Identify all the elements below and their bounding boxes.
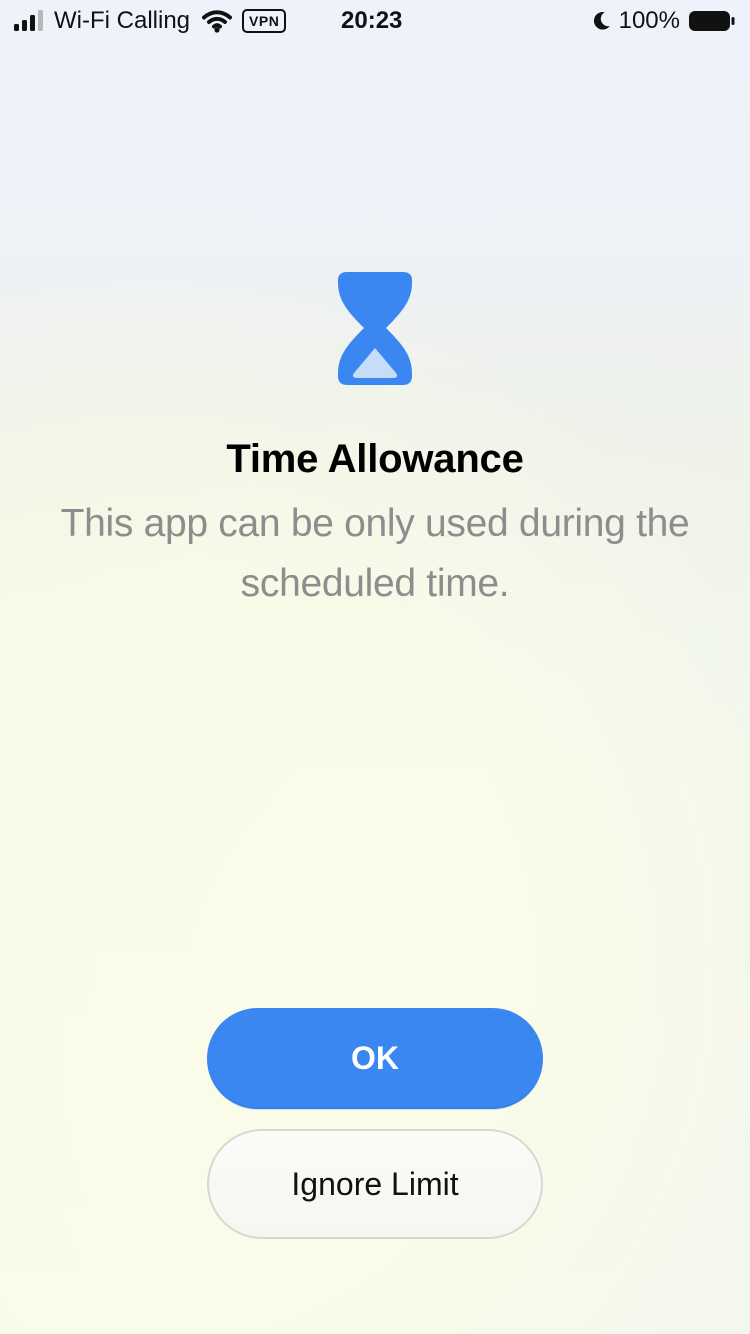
status-bar: Wi-Fi Calling VPN 20:23 100% — [0, 0, 750, 42]
battery-percent: 100% — [618, 7, 680, 34]
wifi-icon — [202, 10, 233, 33]
status-left: Wi-Fi Calling VPN — [14, 7, 287, 35]
vpn-badge: VPN — [242, 9, 287, 33]
ok-button[interactable]: OK — [207, 1008, 543, 1109]
signal-icon — [14, 10, 43, 31]
ignore-limit-button[interactable]: Ignore Limit — [207, 1129, 543, 1239]
time-allowance-content: Time Allowance This app can be only used… — [0, 270, 750, 614]
moon-icon — [593, 11, 610, 30]
description-text: This app can be only used during the sch… — [60, 502, 690, 605]
status-time: 20:23 — [341, 7, 403, 34]
battery-icon — [689, 11, 735, 31]
carrier-label: Wi-Fi Calling — [54, 7, 191, 34]
hourglass-icon — [338, 272, 412, 385]
screen-time-limit-screen: Wi-Fi Calling VPN 20:23 100% Time Allowa… — [0, 0, 750, 1334]
status-right: 100% — [591, 7, 736, 35]
page-title: Time Allowance — [226, 437, 524, 481]
